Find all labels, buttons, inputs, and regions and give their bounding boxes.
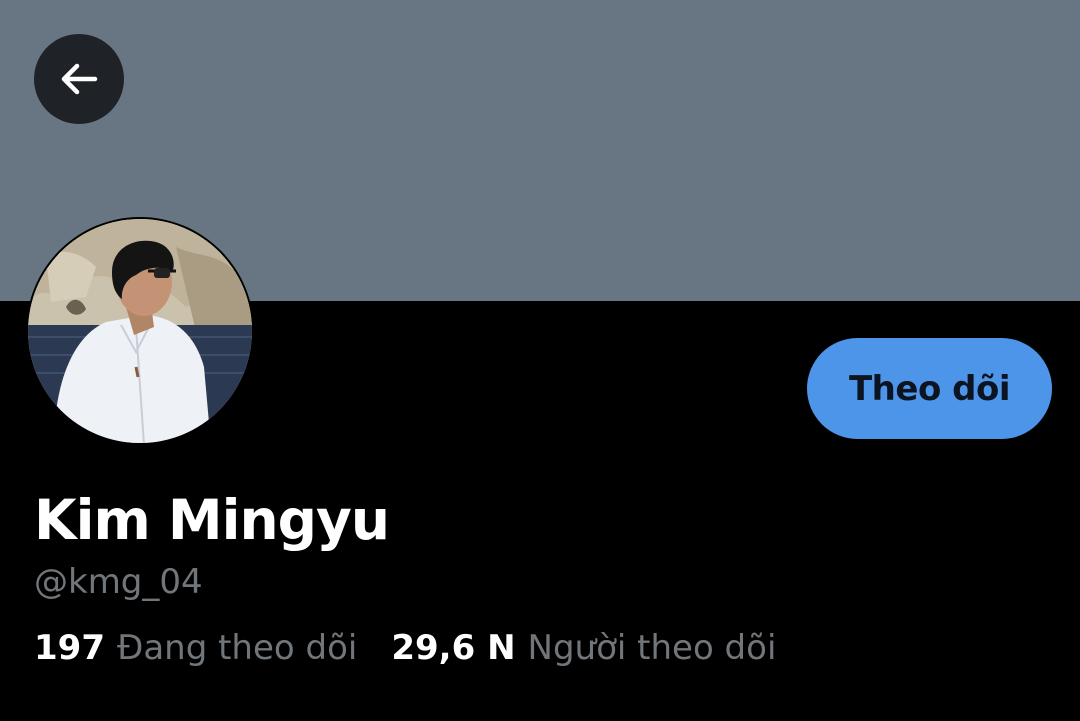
following-link[interactable]: 197 Đang theo dõi	[34, 628, 357, 668]
followers-count: 29,6 N	[391, 628, 516, 668]
arrow-left-icon	[61, 63, 98, 95]
follow-button[interactable]: Theo dõi	[807, 338, 1052, 439]
following-label: Đang theo dõi	[116, 628, 358, 668]
display-name: Kim Mingyu	[34, 488, 390, 552]
profile-stats: 197 Đang theo dõi 29,6 N Người theo dõi	[34, 628, 776, 668]
avatar[interactable]	[26, 217, 254, 445]
profile-page: Theo dõi Kim Mingyu @kmg_04 197 Đang the…	[0, 0, 1080, 721]
back-button[interactable]	[34, 34, 124, 124]
followers-link[interactable]: 29,6 N Người theo dõi	[391, 628, 776, 668]
user-handle: @kmg_04	[34, 562, 203, 602]
followers-label: Người theo dõi	[527, 628, 777, 668]
follow-button-label: Theo dõi	[848, 368, 1011, 409]
following-count: 197	[34, 628, 105, 668]
